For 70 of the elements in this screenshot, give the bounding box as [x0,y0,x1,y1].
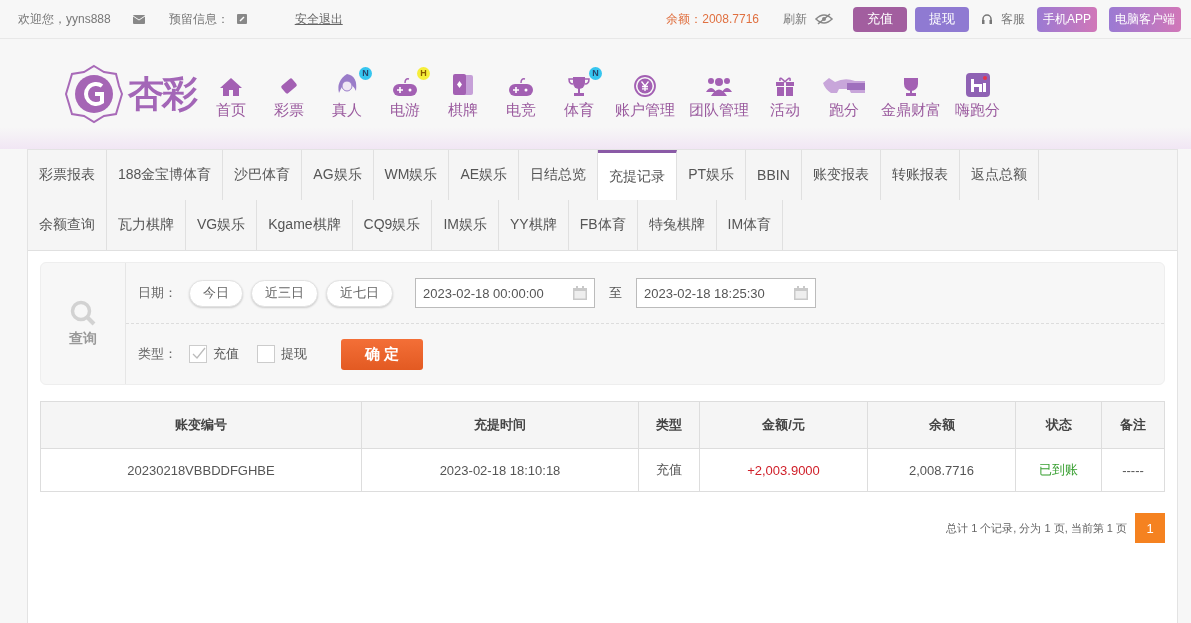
table-cell: 已到账 [1015,448,1102,492]
start-date-field[interactable]: 2023-02-18 00:00:00 [415,278,595,308]
type-label: 类型： [138,345,177,363]
column-header: 类型 [638,401,700,449]
date-label: 日期： [138,284,177,302]
mail-icon[interactable] [132,14,145,24]
nav-item[interactable]: 团队管理 [682,68,756,120]
nav-item[interactable]: 电竞 [492,68,550,120]
hidden-eye-icon[interactable] [815,13,833,25]
table-cell: 2,008.7716 [867,448,1016,492]
top-button[interactable]: 充值 [853,6,907,32]
nav-item[interactable]: H 电游 [376,68,434,120]
column-header: 账变编号 [40,401,362,449]
checkbox[interactable] [257,345,275,363]
table-cell: +2,003.9000 [699,448,868,492]
nav-item[interactable]: N 真人 [318,68,376,120]
end-date-field[interactable]: 2023-02-18 18:25:30 [636,278,816,308]
nav-item[interactable]: N 体育 [550,68,608,120]
gamepad-icon [508,76,534,97]
logout-link[interactable]: 安全退出 [294,10,343,28]
nav-badge: H [417,66,430,80]
welcome-text: 欢迎您，yyns888 [18,10,111,28]
trophy-icon [568,74,590,97]
nav-item[interactable]: 首页 [202,68,260,120]
checkbox[interactable] [189,345,207,363]
calendar-icon[interactable] [573,286,587,300]
playing-cards-icon [452,72,474,97]
nav-item[interactable]: 账户管理 [608,68,682,120]
date-range-button[interactable]: 近七日 [326,279,393,307]
reserved-info-label: 预留信息： [168,10,229,28]
calendar-icon[interactable] [794,286,808,300]
checkbox-label: 提现 [281,345,307,363]
nav-badge: N [359,66,372,80]
balance-text: 余额：2008.7716 [666,10,759,28]
gift-icon [774,74,796,97]
nav-item[interactable]: 棋牌 [434,68,492,120]
nav-item[interactable]: 活动 [756,68,814,120]
nav-badge: N [589,66,602,80]
nav-item[interactable]: 彩票 [260,68,318,120]
logo-text: 杏彩 [128,71,196,116]
date-range-button[interactable]: 今日 [189,279,243,307]
pagination-summary: 总计 1 个记录, 分为 1 页, 当前第 1 页 [946,520,1127,536]
column-header: 备注 [1101,401,1165,449]
nav-item[interactable]: 金鼎财富 [874,68,948,120]
query-title: 查询 [69,329,97,348]
table-cell: ----- [1101,448,1165,492]
refresh-link[interactable]: 刷新 [783,10,807,28]
column-header: 状态 [1015,401,1102,449]
top-button[interactable]: 提现 [915,6,969,32]
range-separator: 至 [609,284,622,302]
table-cell: 20230218VBBDDFGHBE [40,448,362,492]
headset-icon[interactable] [981,13,993,25]
nav-item[interactable]: 嗨跑分 [948,68,1007,120]
table-cell: 充值 [638,448,700,492]
gamepad-icon [392,76,418,97]
nav-item[interactable]: 跑分 [814,68,874,120]
checkbox-label: 充值 [213,345,239,363]
column-header: 充提时间 [361,401,639,449]
edit-icon[interactable] [236,14,247,24]
customer-service-link[interactable]: 客服 [1001,10,1025,28]
column-header: 金额/元 [699,401,868,449]
logo-icon [64,64,124,124]
date-range-button[interactable]: 近三日 [251,279,318,307]
hi-app-icon [965,72,990,97]
table-cell: 2023-02-18 18:10:18 [361,448,639,492]
column-header: 余额 [867,401,1016,449]
search-icon[interactable] [70,299,96,326]
yen-coin-icon [634,74,656,97]
house-icon [219,76,243,97]
report-tab[interactable]: 充提记录 [598,150,678,200]
